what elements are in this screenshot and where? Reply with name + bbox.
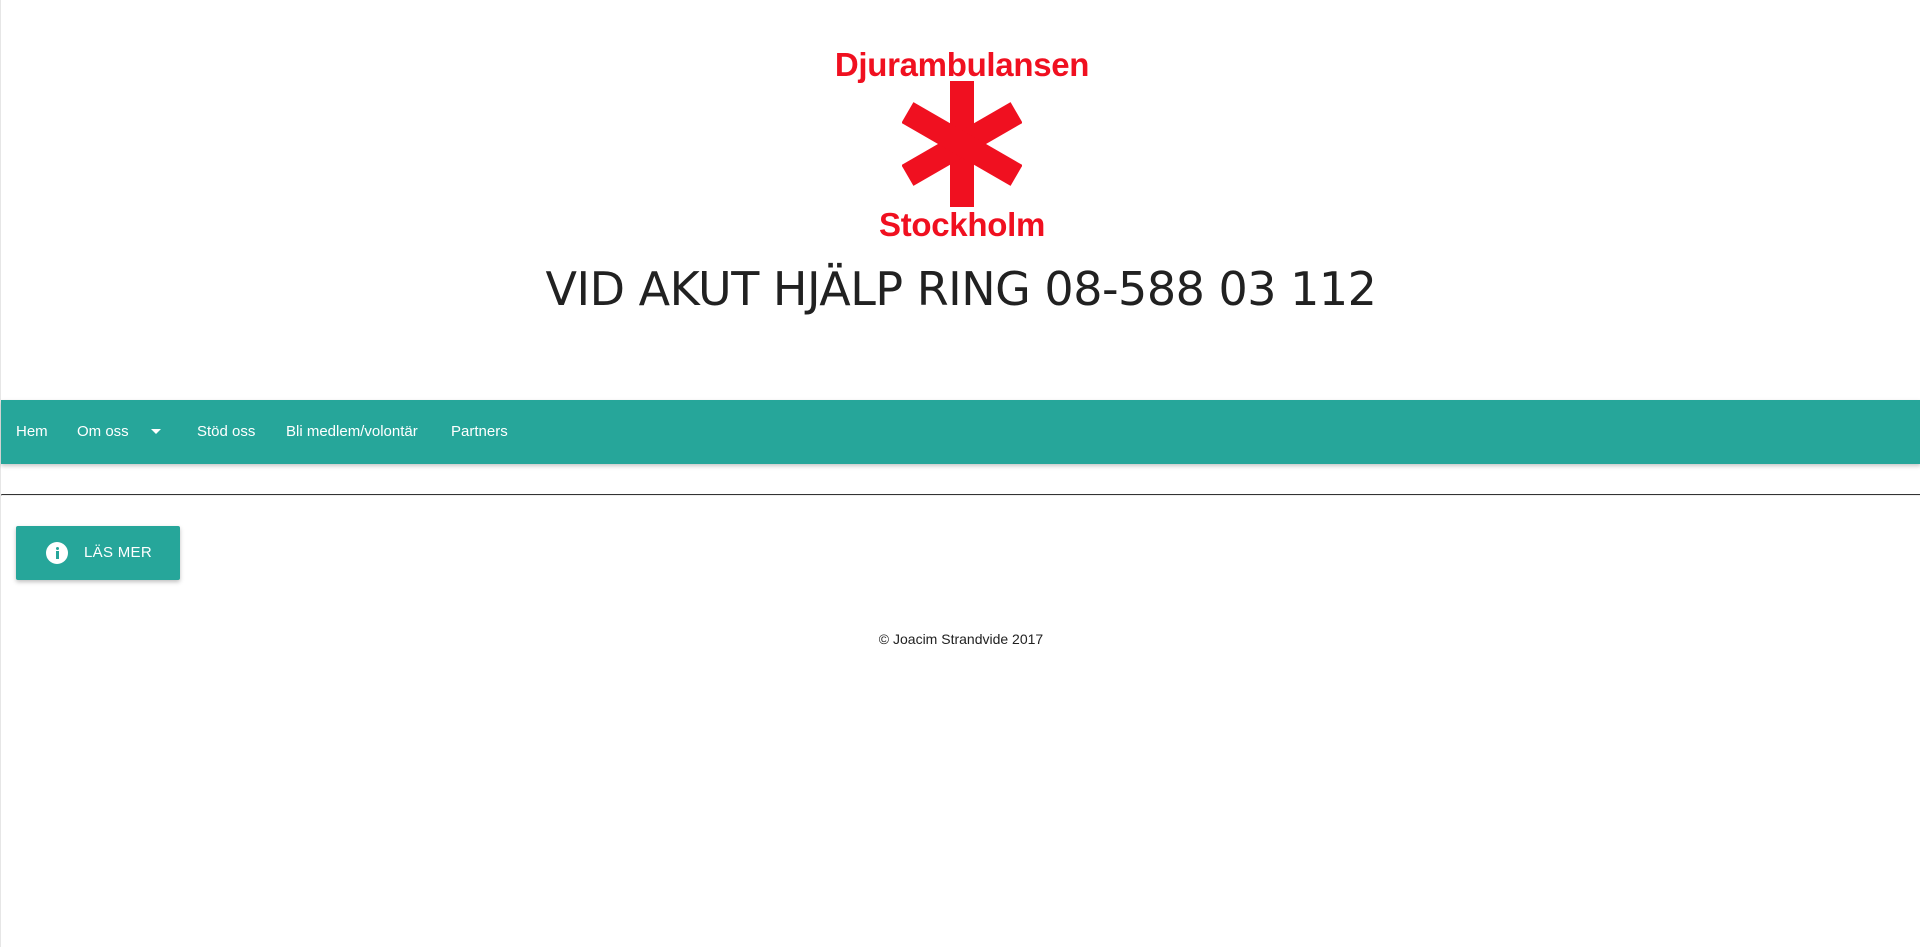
nav-item-label: Stöd oss xyxy=(197,423,256,440)
nav-item-label: Bli medlem/volontär xyxy=(286,423,418,440)
content-divider xyxy=(1,494,1920,496)
nav-item-stod-oss[interactable]: Stöd oss xyxy=(197,400,255,464)
nav-item-label: Om oss xyxy=(77,423,129,440)
nav-item-hem[interactable]: Hem xyxy=(16,400,48,464)
info-icon xyxy=(46,542,68,564)
emergency-phone-headline: VID AKUT HJÄLP RING 08-588 03 112 xyxy=(545,262,1377,316)
nav-item-label: Partners xyxy=(451,423,508,440)
main-navigation: Hem Om oss Stöd oss Bli medlem/volontär … xyxy=(1,400,1920,464)
page: Djurambulansen Stockholm VID AKUT HJÄLP … xyxy=(0,0,1920,947)
nav-item-partners[interactable]: Partners xyxy=(451,400,508,464)
site-logo[interactable]: Djurambulansen Stockholm xyxy=(831,44,1093,244)
nav-item-om-oss-dropdown[interactable]: Om oss xyxy=(77,400,161,464)
read-more-label: LÄS MER xyxy=(84,544,152,561)
site-header: Djurambulansen Stockholm VID AKUT HJÄLP … xyxy=(1,0,1920,400)
nav-item-label: Hem xyxy=(16,423,48,440)
arrow-drop-down-icon xyxy=(150,428,161,434)
read-more-button[interactable]: LÄS MER xyxy=(16,526,180,580)
site-footer: © Joacim Strandvide 2017 xyxy=(1,631,1920,647)
nav-item-bli-medlem[interactable]: Bli medlem/volontär xyxy=(286,400,418,464)
star-of-life-icon xyxy=(902,81,1022,207)
logo-bottom-text: Stockholm xyxy=(879,206,1045,243)
logo-top-text: Djurambulansen xyxy=(834,46,1090,83)
copyright-text: © Joacim Strandvide 2017 xyxy=(878,631,1044,647)
